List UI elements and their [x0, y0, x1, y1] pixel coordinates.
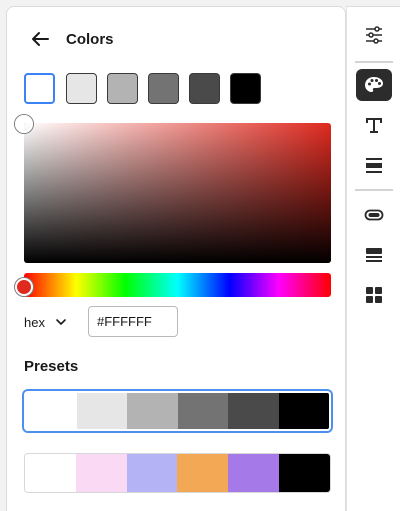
swatch-charcoal[interactable] — [189, 73, 220, 104]
button-shape-icon — [364, 209, 384, 221]
palette-icon — [365, 77, 383, 92]
swatch-gray[interactable] — [107, 73, 138, 104]
preset-color-cell — [25, 454, 76, 492]
color-format-select[interactable]: hex — [24, 312, 67, 332]
preset-color-cell — [278, 393, 329, 429]
preset-color-cell — [75, 454, 127, 492]
text-icon — [366, 118, 382, 133]
preset-pastel[interactable] — [24, 453, 331, 493]
layout-icon — [366, 158, 382, 173]
presets-heading: Presets — [24, 358, 79, 375]
stack-button[interactable] — [356, 239, 392, 271]
swatch-light-gray[interactable] — [66, 73, 97, 104]
hex-input[interactable] — [88, 306, 178, 337]
typography-button[interactable] — [356, 109, 392, 141]
preset-color-cell — [228, 393, 279, 429]
swatch-white[interactable] — [24, 73, 55, 104]
preset-grayscale[interactable] — [24, 391, 331, 431]
saturation-value-picker[interactable] — [24, 123, 331, 263]
sliders-button[interactable] — [356, 19, 392, 51]
preset-color-cell — [76, 393, 127, 429]
rail-divider — [355, 61, 393, 63]
swatch-dark-gray[interactable] — [148, 73, 179, 104]
stack-icon — [366, 248, 382, 262]
hue-slider[interactable] — [24, 273, 331, 297]
grid-button[interactable] — [356, 279, 392, 311]
sliders-icon — [366, 26, 382, 44]
layout-button[interactable] — [356, 149, 392, 181]
preset-color-cell — [228, 454, 280, 492]
grid-icon — [366, 287, 382, 303]
page-title: Colors — [66, 31, 114, 48]
preset-color-cell — [126, 454, 178, 492]
saturation-handle[interactable] — [15, 115, 33, 133]
app-root: Colors hex Presets — [0, 0, 400, 511]
chevron-down-icon — [56, 319, 66, 325]
preset-color-cell — [279, 454, 330, 492]
color-format-label: hex — [24, 314, 45, 330]
colors-button[interactable] — [356, 69, 392, 101]
preset-color-cell — [127, 393, 178, 429]
preset-color-cell — [177, 454, 229, 492]
tool-rail — [346, 6, 400, 511]
black-gradient-layer — [24, 123, 331, 263]
preset-color-cell — [177, 393, 228, 429]
arrow-left-icon[interactable] — [26, 25, 54, 53]
swatch-black[interactable] — [230, 73, 261, 104]
preset-color-cell — [26, 393, 77, 429]
rail-divider — [355, 189, 393, 191]
hue-handle[interactable] — [15, 278, 33, 296]
button-style-button[interactable] — [356, 199, 392, 231]
